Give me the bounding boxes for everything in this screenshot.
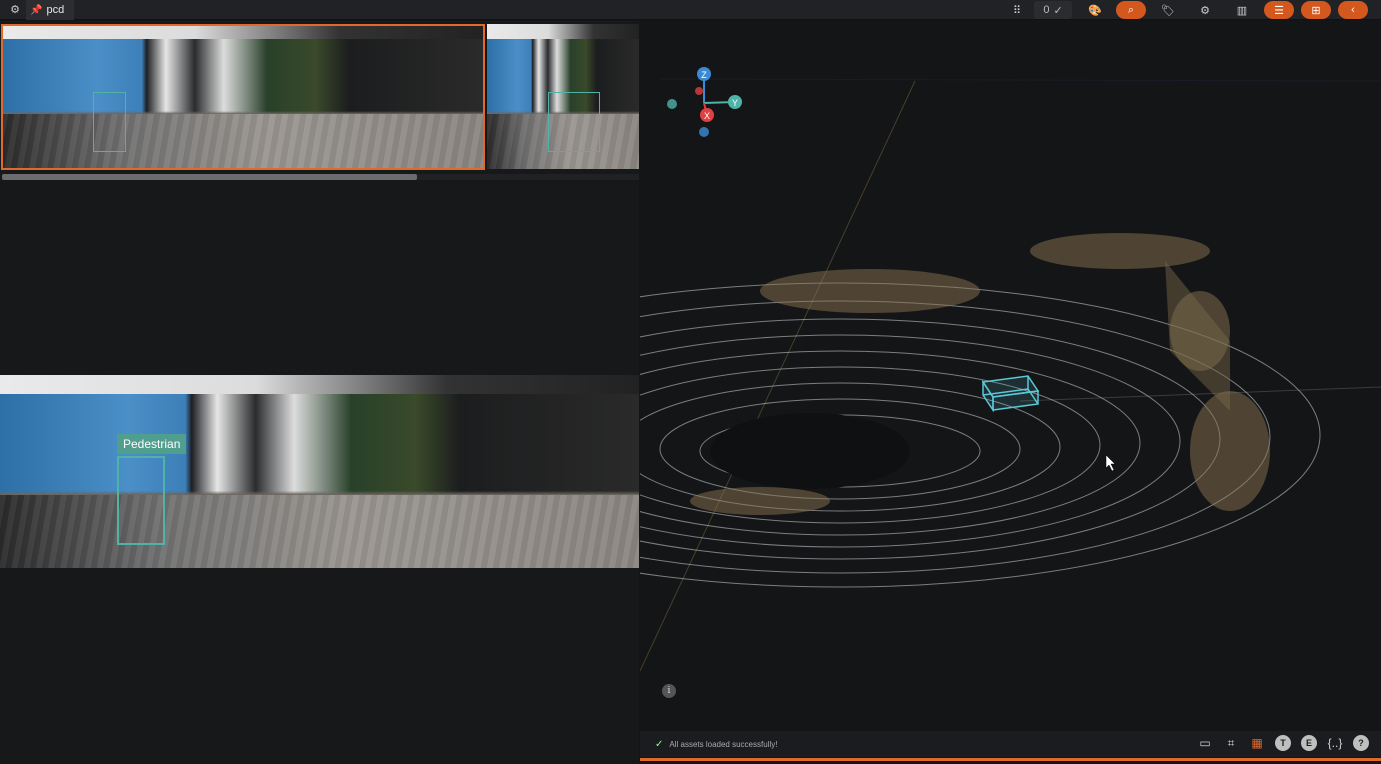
counter: 0 ✓: [1034, 1, 1072, 19]
status-text: All assets loaded successfully!: [669, 739, 778, 749]
scrollbar-thumb[interactable]: [2, 174, 417, 180]
list-button[interactable]: ☰: [1264, 1, 1294, 19]
collapse-button[interactable]: ‹: [1338, 1, 1368, 19]
compress-icon: ⊞: [1311, 4, 1321, 17]
annotation-box[interactable]: [93, 92, 126, 152]
text-toggle-icon[interactable]: T: [1275, 735, 1291, 751]
check-icon: ✓: [1053, 4, 1063, 17]
axis-y-label: Y: [732, 98, 738, 108]
pointcloud-canvas[interactable]: Z Y X: [640, 21, 1381, 764]
annotation-label: Pedestrian: [117, 434, 187, 454]
viewer-toolbar: ▭ ⌗ ▦ T E {..} ?: [1197, 735, 1369, 751]
camera-image: [2, 24, 484, 169]
compress-button[interactable]: ⊞: [1301, 1, 1331, 19]
edit-toggle-icon[interactable]: E: [1301, 735, 1317, 751]
load-progress-bar: [640, 758, 1381, 761]
axis-x-label: X: [704, 111, 710, 121]
tag-icon[interactable]: 🏷: [1157, 1, 1179, 19]
grid-dots-icon[interactable]: ⠿: [1006, 1, 1028, 19]
camera-image: [0, 375, 639, 568]
tab-pcd[interactable]: 📌 pcd: [26, 0, 75, 20]
tab-label: pcd: [46, 4, 65, 16]
image-panel: Pedestrian: [0, 21, 639, 764]
help-icon[interactable]: ?: [1353, 735, 1369, 751]
top-bar: ⚙ 📌 pcd ⠿ 0 ✓ 🎨 ⌕ 🏷 ⚙ ▥ ☰ ⊞ ‹: [0, 0, 1381, 20]
search-button[interactable]: ⌕: [1116, 1, 1146, 19]
chevron-left-icon: ‹: [1351, 4, 1355, 16]
palette-icon[interactable]: 🎨: [1084, 1, 1106, 19]
pin-icon: 📌: [30, 4, 43, 16]
annotation-box[interactable]: [548, 92, 600, 152]
json-icon[interactable]: {..}: [1327, 735, 1343, 751]
search-icon: ⌕: [1127, 3, 1135, 16]
camera-thumbnail-2[interactable]: [487, 24, 639, 169]
axis-z-label: Z: [701, 70, 707, 80]
main-camera-image[interactable]: Pedestrian: [0, 375, 639, 568]
info-icon[interactable]: i: [662, 684, 676, 698]
pointcloud-viewer[interactable]: Z Y X: [640, 21, 1381, 764]
counter-value: 0: [1043, 4, 1050, 16]
app-logo-icon[interactable]: ⚙: [6, 2, 24, 18]
comment-icon[interactable]: ▭: [1197, 735, 1213, 751]
camera-thumbnail-1[interactable]: [2, 24, 484, 169]
grid-icon[interactable]: ▦: [1249, 735, 1265, 751]
tree-icon[interactable]: ⌗: [1223, 735, 1239, 751]
pedestrian-box[interactable]: [117, 456, 165, 545]
layout-icon[interactable]: ▥: [1231, 1, 1253, 19]
check-icon: ✓: [655, 738, 664, 750]
gear-icon[interactable]: ⚙: [1194, 1, 1216, 19]
list-icon: ☰: [1274, 4, 1284, 17]
cuboid-annotation[interactable]: [981, 375, 1040, 413]
